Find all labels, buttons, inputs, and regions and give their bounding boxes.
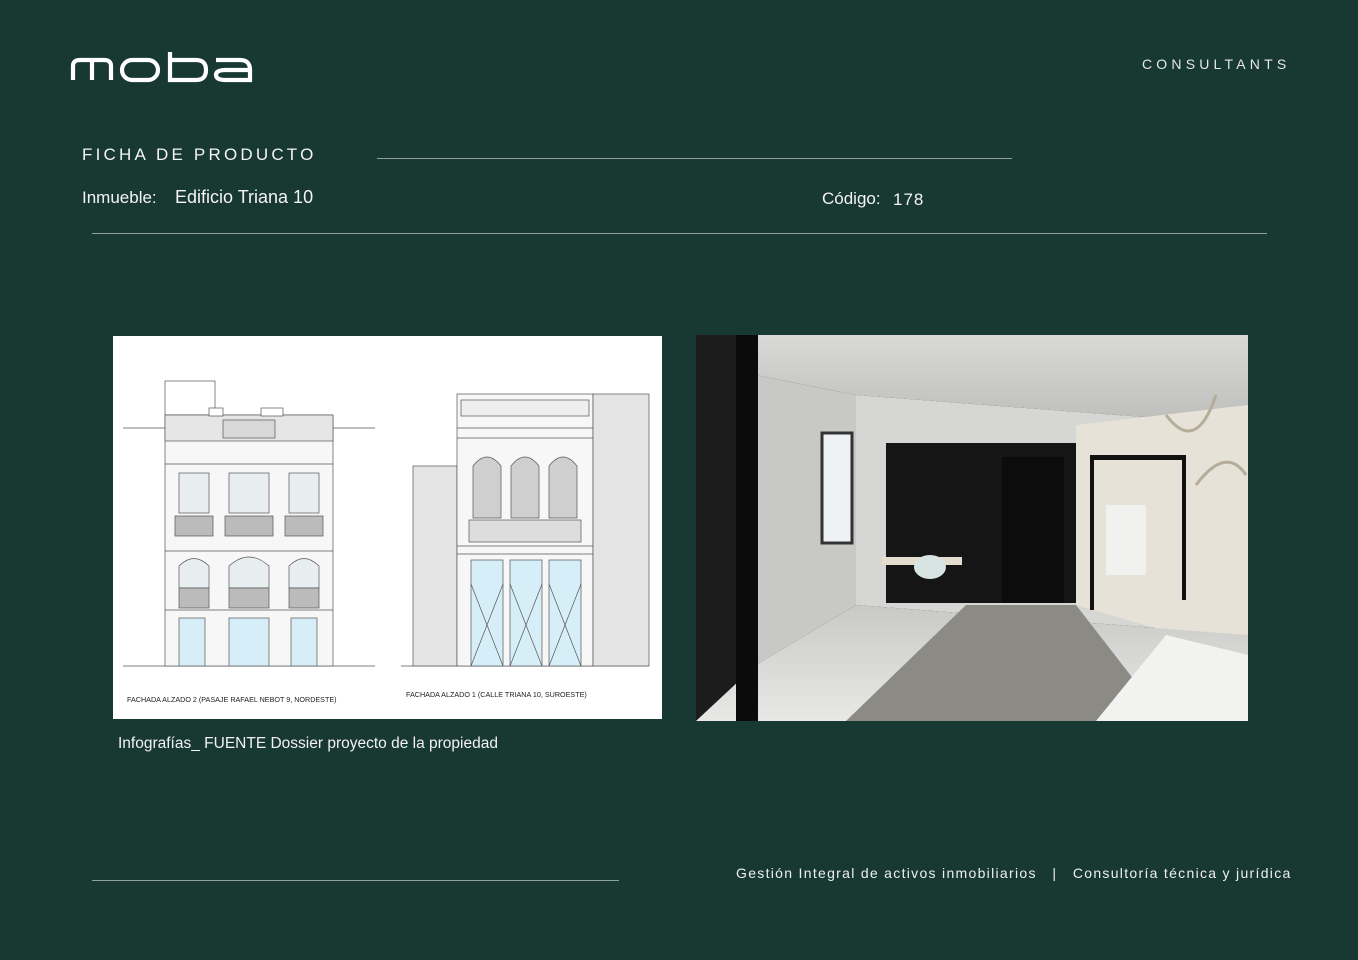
property-value: Edificio Triana 10 (175, 187, 314, 207)
code-label: Código: (822, 189, 881, 208)
elevation-right-label: FACHADA ALZADO 1 (CALLE TRIANA 10, SUROE… (406, 690, 587, 699)
figure-caption: Infografías_ FUENTE Dossier proyecto de … (118, 735, 498, 752)
title-divider (377, 158, 1012, 159)
elevation-left-label: FACHADA ALZADO 2 (PASAJE RAFAEL NEBOT 9,… (127, 695, 337, 704)
footer-tagline: Gestión Integral de activos inmobiliario… (736, 865, 1292, 881)
header-divider (92, 233, 1267, 234)
page-title: FICHA DE PRODUCTO (82, 145, 317, 164)
consultants-tagline: CONSULTANTS (1142, 56, 1291, 72)
interior-render-image (696, 335, 1248, 721)
property-label: Inmueble: (82, 188, 157, 207)
code-value: 178 (893, 190, 925, 209)
footer-divider (92, 880, 619, 881)
facade-elevations-image: FACHADA ALZADO 2 (PASAJE RAFAEL NEBOT 9,… (113, 336, 662, 719)
moba-logo (70, 52, 253, 83)
